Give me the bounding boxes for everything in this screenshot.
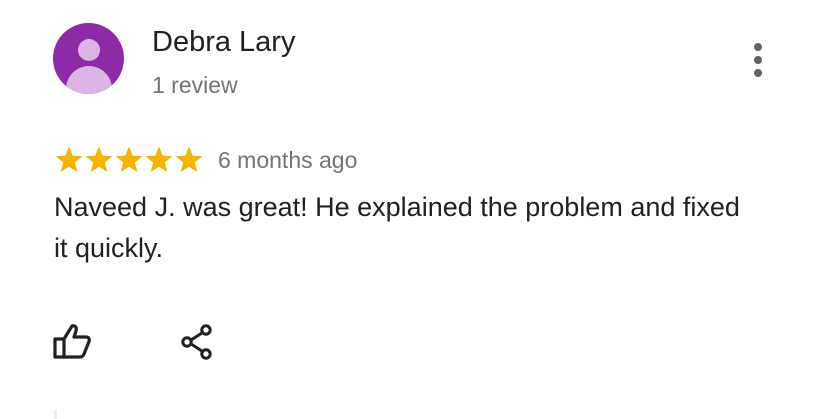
divider xyxy=(54,410,57,419)
star-icon xyxy=(145,146,173,172)
star-icon xyxy=(55,146,83,172)
star-rating xyxy=(54,145,204,175)
review-text: Naveed J. was great! He explained the pr… xyxy=(54,192,740,263)
avatar-head-shape xyxy=(78,39,100,61)
star-icon xyxy=(175,146,203,172)
like-button[interactable] xyxy=(52,322,92,360)
more-vert-icon-dot xyxy=(754,69,762,77)
share-button[interactable] xyxy=(180,324,214,360)
rating-row: 6 months ago xyxy=(54,145,357,175)
more-vert-icon-dot xyxy=(754,56,762,64)
reviewer-review-count: 1 review xyxy=(152,72,238,98)
review-date: 6 months ago xyxy=(218,147,358,173)
share-icon xyxy=(181,324,212,360)
reviewer-name[interactable]: Debra Lary xyxy=(152,25,295,59)
star-icon xyxy=(115,146,143,172)
more-vert-icon xyxy=(754,43,762,51)
thumb-up-icon xyxy=(53,324,91,359)
avatar[interactable] xyxy=(53,23,124,94)
avatar-body-shape xyxy=(66,66,112,94)
star-icon xyxy=(85,146,113,172)
review-card: Debra Lary 1 review 6 months ago Naveed … xyxy=(0,0,828,419)
more-options-button[interactable] xyxy=(744,40,772,80)
